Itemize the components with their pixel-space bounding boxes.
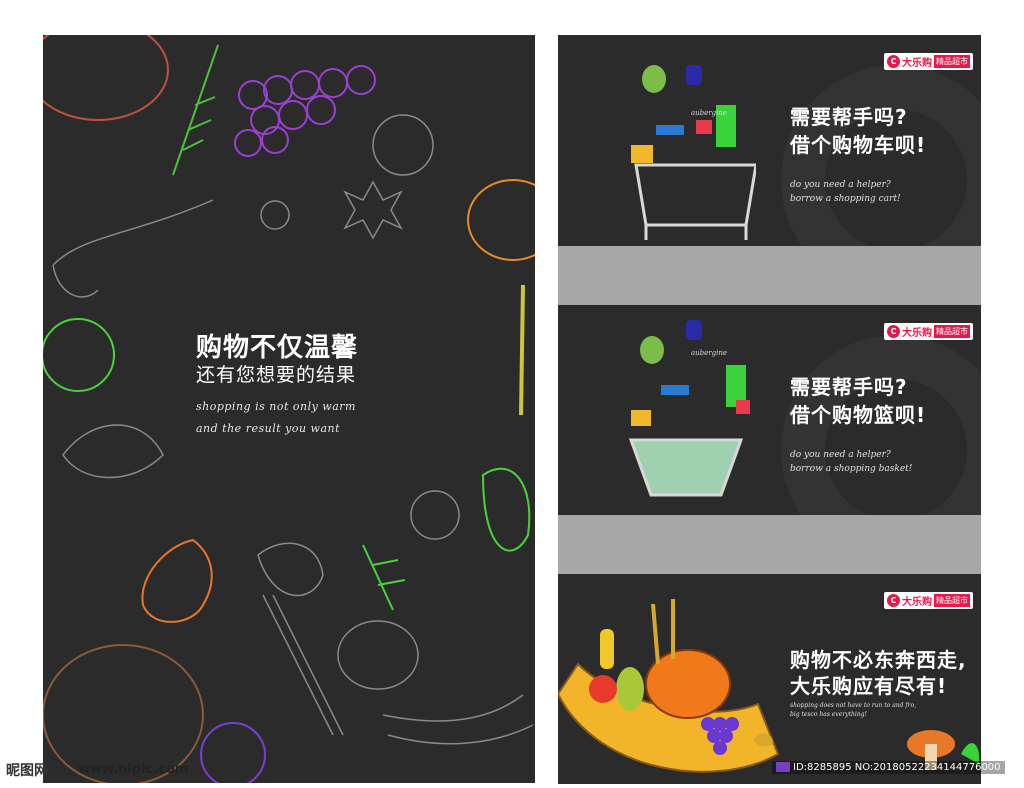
poster-title: 购物不仅温馨 [196, 333, 359, 363]
brand-logo-icon: C [887, 325, 900, 338]
brand-tag: 精品超市 [934, 55, 970, 68]
banner-en-line1: do you need a helper? [790, 450, 891, 460]
banner-en-line2: big tesco has everything! [790, 711, 867, 718]
banner-basket: C 大乐购 精品超市 aubergine 需要帮手吗? 借个购物篮呗! do y… [558, 305, 981, 515]
strawberry-doodle [257, 542, 324, 597]
apple-icon [589, 675, 617, 703]
banner-en-line2: borrow a shopping basket! [790, 464, 913, 474]
basket-icon [628, 438, 744, 497]
potato-doodle [337, 620, 419, 690]
banana-doodle [382, 694, 534, 745]
pomegranate-doodle [43, 35, 169, 121]
poster-en-line2: and the result you want [196, 422, 341, 435]
brand-logo-icon: C [887, 55, 900, 68]
radish-doodle [52, 199, 214, 298]
brand-name: 大乐购 [902, 328, 932, 339]
banner-en-line1: shopping does not have to run to and fro… [790, 702, 917, 709]
cart-icon [634, 163, 756, 240]
brand-name: 大乐购 [902, 58, 932, 69]
asparagus-doodle [519, 284, 525, 416]
brand-logo-icon: C [887, 594, 900, 607]
shoe-icon [661, 385, 689, 395]
poster-en-line1: shopping is not only warm [196, 400, 356, 413]
green-herb-doodle [362, 544, 406, 611]
banner-heading-line2: 大乐购应有尽有! [790, 674, 948, 698]
banner-heading-line2: 借个购物车呗! [790, 133, 927, 157]
avocado-icon [642, 65, 666, 93]
box-icon [631, 410, 651, 426]
banner-cornucopia: C 大乐购 精品超市 购物不必东奔西走, 大乐购应有尽有! shopping d… [558, 574, 981, 784]
brand-tag: 精品超市 [934, 594, 970, 607]
shopping-basket-illustration: aubergine [628, 320, 750, 497]
broccoli-doodle [481, 467, 531, 552]
brand-logo: C 大乐购 精品超市 [884, 592, 973, 609]
leaf-doodle [62, 424, 164, 479]
poster-left: 购物不仅温馨 还有您想要的结果 shopping is not only war… [43, 35, 535, 783]
pomegranate-outline-doodle [372, 114, 434, 176]
banner-cart: C 大乐购 精品超市 aubergine 需要帮手吗? 借个购物车呗! do y… [558, 35, 981, 246]
rosemary-doodle [172, 44, 219, 176]
lemon-doodle [467, 179, 535, 261]
cornucopia-illustration [558, 599, 780, 773]
banner-en-line2: borrow a shopping cart! [790, 194, 901, 204]
bag-icon [696, 120, 712, 134]
gray-band [558, 246, 981, 305]
grapes-doodle [234, 65, 376, 157]
banner-en-line1: do you need a helper? [790, 180, 891, 190]
poster-subtitle: 还有您想要的结果 [196, 364, 357, 386]
plum-doodle [200, 722, 266, 783]
product-label: aubergine [691, 109, 727, 117]
image-id-text: ID:8285895 NO:20180522234144776000 [793, 762, 1001, 773]
banner-heading-line1: 需要帮手吗? [790, 375, 908, 399]
banner-heading-line1: 购物不必东奔西走, [790, 648, 967, 672]
image-id-label: ID:8285895 NO:20180522234144776000 [772, 761, 1005, 774]
product-label: aubergine [691, 349, 727, 357]
brand-tag: 精品超市 [934, 325, 970, 338]
brand-logo: C 大乐购 精品超市 [884, 323, 973, 340]
shopping-cart-illustration: aubergine [631, 65, 756, 240]
bag-icon [736, 400, 750, 414]
artichoke-doodle [43, 318, 115, 392]
box-icon [631, 145, 653, 163]
mangosteen-doodle [410, 490, 460, 540]
shoe-icon [656, 125, 684, 135]
site-logo: 昵图网 [6, 763, 48, 779]
pepper-icon [686, 65, 702, 85]
pear-icon [616, 667, 644, 711]
site-url[interactable]: www.nipic.com [78, 762, 188, 777]
banner-heading-line2: 借个购物篮呗! [790, 403, 927, 427]
brand-logo: C 大乐购 精品超市 [884, 53, 973, 70]
corn-doodle [262, 594, 344, 736]
gray-band [558, 515, 981, 574]
avocado-icon [640, 336, 664, 364]
pear-doodle [141, 538, 213, 623]
nipic-badge-icon [776, 762, 790, 772]
pepper-icon [686, 320, 702, 340]
corn-icon [600, 629, 614, 669]
banner-heading-line1: 需要帮手吗? [790, 105, 908, 129]
cherry-doodle [260, 200, 290, 230]
star-anise-doodle [343, 180, 403, 240]
brand-name: 大乐购 [902, 597, 932, 608]
